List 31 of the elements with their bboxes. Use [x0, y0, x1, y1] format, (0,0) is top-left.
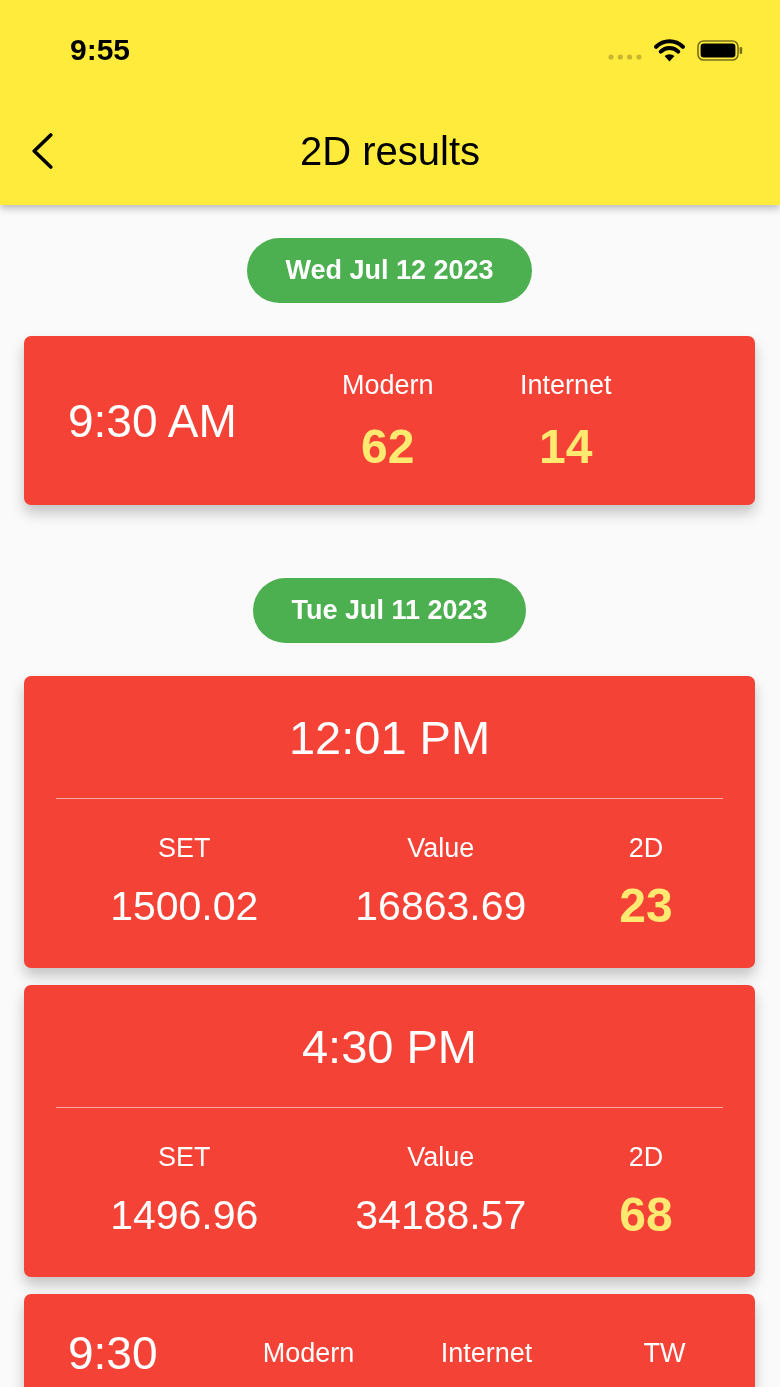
signal-icon	[608, 54, 642, 60]
page-title: 2D results	[299, 127, 481, 175]
draw-time: 9:30 AM	[68, 394, 237, 447]
date-badge: Tue Jul 11 2023	[253, 578, 526, 643]
highlighted-number: 14	[539, 422, 593, 472]
highlighted-number: 23	[619, 881, 673, 931]
column-label: 2D	[628, 1141, 664, 1173]
column-value: 34188.57	[355, 1191, 527, 1240]
highlighted-number: 68	[619, 1190, 673, 1240]
column-label: Modern	[262, 1337, 355, 1369]
status-time: 9:55	[70, 33, 131, 67]
draw-time: 9:30	[68, 1327, 158, 1379]
column-label: Value	[407, 1141, 475, 1173]
draw-time: 4:30 PM	[301, 1019, 477, 1075]
column-label: Internet	[520, 369, 612, 401]
column-value: 1500.02	[110, 882, 259, 931]
column-value: 16863.69	[355, 882, 527, 931]
wifi-icon	[654, 38, 685, 62]
column-label: Value	[407, 832, 475, 864]
battery-icon	[697, 39, 743, 61]
column-label: 2D	[628, 832, 664, 864]
date-badge: Wed Jul 12 2023	[247, 238, 532, 303]
highlighted-number: 62	[361, 422, 415, 472]
back-icon	[32, 132, 53, 169]
column-label: Modern	[342, 369, 434, 401]
column-label: TW	[643, 1337, 686, 1369]
column-label: SET	[158, 832, 211, 864]
column-label: SET	[158, 1141, 211, 1173]
column-label: Internet	[440, 1337, 533, 1369]
column-value: 1496.96	[110, 1191, 259, 1240]
draw-time: 12:01 PM	[288, 710, 491, 766]
